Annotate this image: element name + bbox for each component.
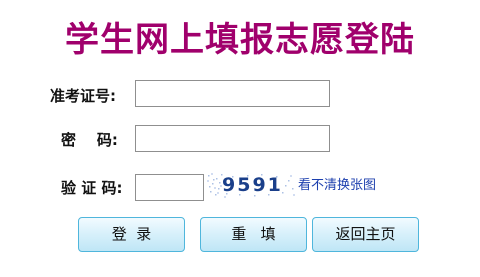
reset-button[interactable]: 重 填 — [200, 217, 307, 252]
captcha-image[interactable]: 9591 — [206, 172, 296, 198]
captcha-input[interactable] — [135, 174, 204, 201]
ticket-number-label: 准考证号: — [50, 87, 116, 105]
captcha-code: 9591 — [222, 174, 283, 196]
password-label: 密 码: — [61, 131, 118, 149]
ticket-number-input[interactable] — [135, 80, 330, 107]
captcha-label: 验 证 码: — [61, 179, 123, 197]
login-button[interactable]: 登 录 — [78, 217, 185, 252]
login-page: 学生网上填报志愿登陆 准考证号: 密 码: 验 证 码: 9591 看不清换张图… — [0, 0, 480, 277]
refresh-captcha-link[interactable]: 看不清换张图 — [298, 177, 376, 195]
back-home-button[interactable]: 返回主页 — [312, 217, 419, 252]
password-input[interactable] — [135, 125, 330, 152]
page-title: 学生网上填报志愿登陆 — [65, 20, 415, 60]
